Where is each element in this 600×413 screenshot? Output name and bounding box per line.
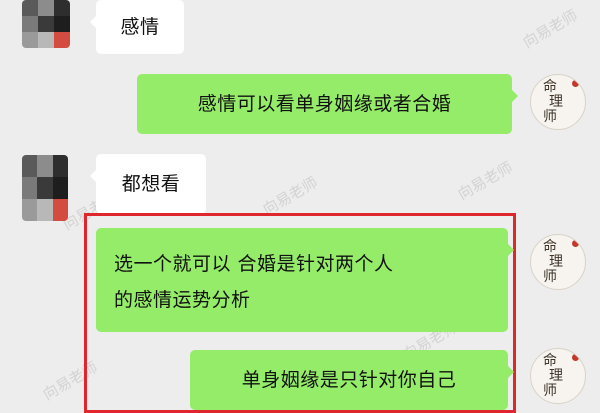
message-bubble-incoming[interactable]: 感情 [90,0,184,54]
seal-dot-icon [572,239,579,247]
avatar-pixel [54,16,70,32]
seal-char: 命 [543,238,557,255]
avatar-pixel [22,199,38,221]
fortune-teller-avatar[interactable]: 命 理 师 [530,74,586,130]
message-bubble-incoming[interactable]: 都想看 [90,154,206,214]
fortune-teller-avatar[interactable]: 命 理 师 [530,348,586,404]
user-avatar[interactable] [22,0,70,48]
avatar-pixel [22,0,38,16]
avatar-pixel [22,155,38,177]
avatar-pixel [22,32,38,48]
user-avatar[interactable] [22,155,68,221]
avatar-pixel [52,199,68,221]
avatar-pixel [22,16,38,32]
message-bubble-outgoing[interactable]: 感情可以看单身姻缘或者合婚 [137,74,518,134]
avatar-pixel [38,0,54,16]
seal-char: 师 [543,268,557,285]
watermark-text: 向易老师 [454,158,516,204]
message-text: 都想看 [121,173,181,195]
fortune-teller-avatar[interactable]: 命 理 师 [530,234,586,290]
avatar-pixel [22,177,38,199]
message-text: 单身姻缘是只针对你自己 [241,369,457,391]
seal-char: 命 [543,78,557,95]
avatar-pixel [52,177,68,199]
avatar-pixel [52,155,68,177]
avatar-pixel [38,16,54,32]
watermark-text: 向易老师 [519,6,581,52]
seal-logo-icon: 命 理 师 [543,238,579,285]
message-text-line: 的感情运势分析 [114,289,251,311]
avatar-pixel [37,199,53,221]
message-text-line: 选一个就可以 合婚是针对两个人 [114,253,394,275]
avatar-pixel [37,155,53,177]
message-bubble-outgoing[interactable]: 单身姻缘是只针对你自己 [190,350,514,410]
seal-char: 理 [549,367,563,384]
seal-logo-icon: 命 理 师 [543,352,579,399]
avatar-pixel [38,32,54,48]
seal-char: 师 [543,382,557,399]
seal-char: 理 [549,253,563,270]
message-text: 感情 [120,16,160,38]
avatar-pixel [54,32,70,48]
seal-logo-icon: 命 理 师 [543,78,579,125]
seal-char: 师 [543,108,557,125]
avatar-pixel [54,0,70,16]
message-bubble-outgoing[interactable]: 选一个就可以 合婚是针对两个人 的感情运势分析 [96,228,514,332]
message-text: 感情可以看单身姻缘或者合婚 [197,93,452,115]
seal-dot-icon [572,79,579,87]
seal-char: 命 [543,352,557,369]
avatar-pixel [37,177,53,199]
seal-char: 理 [549,93,563,110]
seal-dot-icon [572,353,579,361]
